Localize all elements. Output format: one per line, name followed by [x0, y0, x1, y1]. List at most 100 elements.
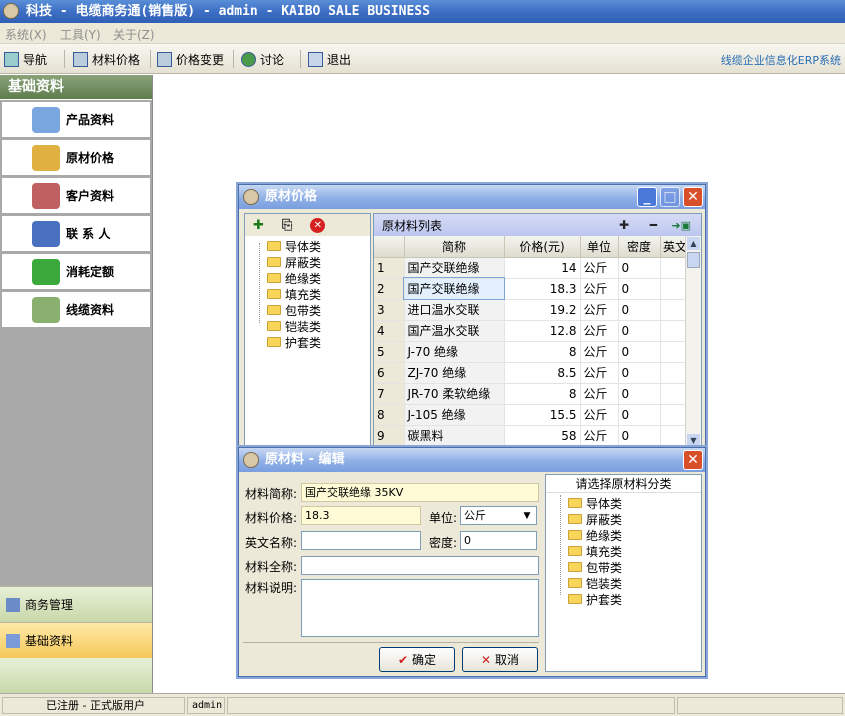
unit-select[interactable]: 公斤 ▼: [460, 506, 537, 525]
tree-node[interactable]: 铠装类: [568, 575, 622, 591]
table-cell-price: 12.8: [504, 320, 581, 342]
table-row[interactable]: 2 国产交联绝缘 18.3 公斤 0: [374, 277, 691, 300]
minimize-button[interactable]: _: [637, 187, 657, 207]
scroll-thumb[interactable]: [687, 252, 700, 268]
table-cell-name: 国产交联绝缘: [403, 277, 505, 300]
table-row[interactable]: 7 JR-70 柔软绝缘 8 公斤 0: [374, 383, 691, 405]
discussion-label: 讨论: [260, 52, 285, 67]
price-change-button[interactable]: 价格变更: [157, 48, 224, 70]
label-price: 材料价格:: [245, 511, 298, 525]
close-button[interactable]: ✕: [683, 450, 703, 470]
tree-line: [259, 243, 260, 323]
table-cell-den: 0: [618, 362, 661, 384]
table-cell-price: 15.5: [504, 404, 581, 426]
english-name-field[interactable]: [301, 531, 421, 550]
column-header-density[interactable]: 密度: [618, 236, 661, 258]
table-row[interactable]: 3 进口温水交联 19.2 公斤 0: [374, 299, 691, 321]
tree-node-label: 包带类: [586, 560, 623, 575]
table-cell-price: 14: [504, 257, 581, 279]
copy-category-icon[interactable]: ⎘: [282, 218, 292, 233]
label-density: 密度:: [429, 536, 458, 550]
cancel-button[interactable]: ✕ 取消: [462, 647, 538, 672]
table-cell-name: 国产温水交联: [404, 320, 505, 342]
sidebar-item-material-price[interactable]: 原材价格: [2, 140, 150, 175]
folder-icon: [267, 321, 281, 331]
full-name-field[interactable]: [301, 556, 539, 575]
table-cell-price: 8: [504, 341, 581, 363]
menu-tools[interactable]: 工具(Y): [60, 26, 101, 43]
table-cell-unit: 公斤: [580, 362, 619, 384]
menu-system[interactable]: 系统(X): [5, 26, 47, 43]
column-header-name[interactable]: 简称: [404, 236, 505, 258]
tab-business[interactable]: 商务管理: [0, 586, 152, 622]
table-cell-name: J-105 绝缘: [404, 404, 505, 426]
tree-node[interactable]: 导体类: [267, 238, 321, 254]
tree-node[interactable]: 铠装类: [267, 318, 321, 334]
material-price-window-title: 原材价格: [265, 189, 318, 204]
price-field[interactable]: 18.3: [301, 506, 421, 525]
tree-node[interactable]: 包带类: [568, 559, 622, 575]
table-row[interactable]: 5 J-70 绝缘 8 公斤 0: [374, 341, 691, 363]
tree-node[interactable]: 屏蔽类: [267, 254, 321, 270]
exit-button[interactable]: 退出: [308, 48, 351, 70]
status-message: [227, 697, 675, 714]
tab-basic-data[interactable]: 基础资料: [0, 622, 152, 658]
scroll-down-icon[interactable]: ▼: [687, 434, 700, 447]
add-category-icon[interactable]: ✚: [253, 218, 264, 233]
table-row[interactable]: 1 国产交联绝缘 14 公斤 0: [374, 257, 691, 279]
cable-icon: [32, 296, 60, 323]
remove-row-icon[interactable]: ━: [650, 218, 657, 232]
grid-vertical-scrollbar[interactable]: ▲ ▼: [685, 236, 701, 448]
delete-category-icon[interactable]: ✕: [310, 217, 326, 233]
table-row[interactable]: 8 J-105 绝缘 15.5 公斤 0: [374, 404, 691, 426]
sidebar-item-products[interactable]: 产品资料: [2, 102, 150, 137]
table-row[interactable]: 9 碳黑料 58 公斤 0: [374, 425, 691, 447]
tree-node[interactable]: 导体类: [568, 495, 622, 511]
description-field[interactable]: [301, 579, 539, 637]
sidebar-item-cables[interactable]: 线缆资料: [2, 292, 150, 327]
table-cell-price: 8.5: [504, 362, 581, 384]
tree-node[interactable]: 屏蔽类: [568, 511, 622, 527]
table-cell-n: 2: [374, 278, 405, 300]
export-excel-icon[interactable]: ➜▣: [671, 219, 691, 232]
tree-node[interactable]: 护套类: [568, 591, 622, 607]
material-edit-title-bar[interactable]: 原材料 - 编辑 ✕: [239, 448, 705, 472]
column-header-price[interactable]: 价格(元): [504, 236, 581, 258]
sidebar-item-customers[interactable]: 客户资料: [2, 178, 150, 213]
discussion-button[interactable]: 讨论: [241, 48, 284, 70]
tree-node[interactable]: 包带类: [267, 302, 321, 318]
tree-node-label: 铠装类: [586, 576, 623, 591]
tree-node[interactable]: 绝缘类: [267, 270, 321, 286]
maximize-button[interactable]: □: [660, 187, 680, 207]
chevron-down-icon[interactable]: ▼: [520, 508, 534, 523]
close-button[interactable]: ✕: [683, 187, 703, 207]
table-row[interactable]: 4 国产温水交联 12.8 公斤 0: [374, 320, 691, 342]
tree-node[interactable]: 填充类: [568, 543, 622, 559]
table-row[interactable]: 6 ZJ-70 绝缘 8.5 公斤 0: [374, 362, 691, 384]
registration-status: 已注册 - 正式版用户: [2, 697, 185, 714]
tree-node[interactable]: 填充类: [267, 286, 321, 302]
menu-about[interactable]: 关于(Z): [113, 26, 155, 43]
table-cell-price: 8: [504, 383, 581, 405]
table-cell-n: 5: [374, 341, 405, 363]
sidebar-item-consumption[interactable]: 消耗定额: [2, 254, 150, 289]
folder-icon: [568, 578, 582, 588]
sidebar-item-label: 客户资料: [66, 189, 115, 203]
tree-node[interactable]: 绝缘类: [568, 527, 622, 543]
material-price-title-bar[interactable]: 原材价格 _ □ ✕: [239, 185, 705, 209]
customer-icon: [32, 182, 60, 209]
scroll-up-icon[interactable]: ▲: [687, 237, 700, 250]
ok-button[interactable]: ✔ 确定: [379, 647, 455, 672]
sidebar-item-contacts[interactable]: 联 系 人: [2, 216, 150, 251]
table-cell-n: 6: [374, 362, 405, 384]
nav-button[interactable]: 导航: [4, 48, 47, 70]
table-cell-name: JR-70 柔软绝缘: [404, 383, 505, 405]
material-edit-window-title: 原材料 - 编辑: [265, 452, 345, 467]
tree-node[interactable]: 护套类: [267, 334, 321, 350]
density-field[interactable]: 0: [460, 531, 537, 550]
short-name-field[interactable]: 国产交联绝缘 35KV: [301, 483, 539, 502]
erp-link[interactable]: 线缆企业信息化ERP系统: [721, 52, 841, 68]
material-price-button[interactable]: 材料价格: [73, 48, 140, 70]
add-row-icon[interactable]: ✚: [619, 218, 629, 232]
column-header-unit[interactable]: 单位: [580, 236, 619, 258]
